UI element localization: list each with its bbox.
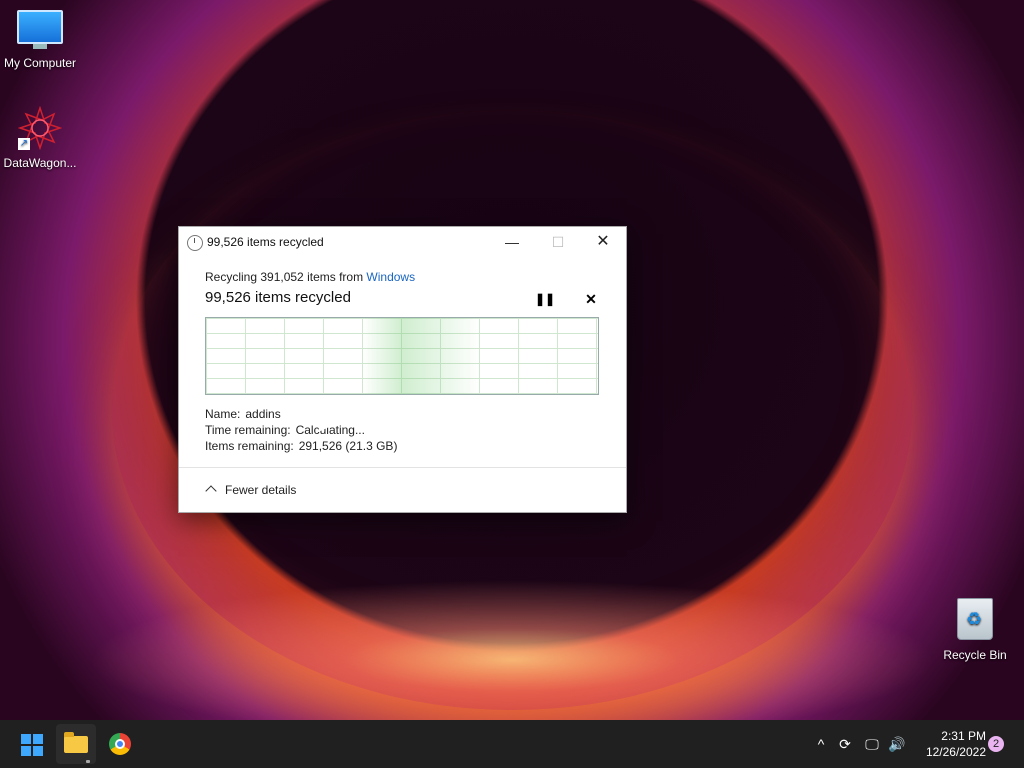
chrome-icon	[109, 733, 131, 755]
items-remaining-value: 291,526 (21.3 GB)	[298, 439, 398, 453]
clock[interactable]: 2:31 PM 12/26/2022	[914, 728, 986, 760]
time-remaining-row: Time remaining: Calculating...	[205, 423, 365, 437]
dialog-title: 99,526 items recycled	[207, 235, 324, 249]
desktop-icon-label: Recycle Bin	[943, 648, 1007, 662]
maximize-button[interactable]: ☐	[535, 227, 581, 257]
clock-time: 2:31 PM	[941, 729, 986, 743]
notification-badge[interactable]: 2	[988, 736, 1004, 752]
network-icon[interactable]: 🖵	[860, 720, 884, 768]
name-label: Name:	[205, 407, 241, 421]
close-button[interactable]: ✕	[580, 227, 626, 257]
recycle-progress-dialog: 99,526 items recycled — ☐ ✕ Recycling 39…	[178, 226, 627, 513]
chevron-up-icon	[205, 485, 217, 497]
time-remaining-value: Calculating...	[295, 423, 365, 437]
update-icon[interactable]: ⟳	[834, 720, 856, 768]
time-remaining-label: Time remaining:	[205, 423, 291, 437]
running-indicator	[86, 760, 90, 763]
datawagon-logo-icon: ↗	[17, 105, 63, 151]
minimize-button[interactable]: —	[489, 227, 535, 257]
items-remaining-label: Items remaining:	[205, 439, 294, 453]
dialog-titlebar[interactable]: 99,526 items recycled — ☐ ✕	[179, 227, 626, 257]
taskbar-file-explorer[interactable]	[56, 724, 96, 764]
pause-button[interactable]: ❚❚	[535, 289, 555, 309]
desktop-icon-label: DataWagon...	[3, 156, 77, 170]
volume-icon[interactable]: 🔊	[886, 720, 908, 768]
divider	[179, 467, 626, 468]
desktop-icon-datawagon[interactable]: ↗ DataWagon...	[0, 105, 80, 170]
start-icon	[21, 734, 43, 756]
fewer-details-button[interactable]: Fewer details	[205, 483, 297, 497]
source-folder-link[interactable]: Windows	[366, 270, 415, 284]
desktop-icon-label: My Computer	[3, 56, 77, 70]
recycle-bin-icon: ♻	[957, 598, 993, 640]
start-button[interactable]	[12, 724, 52, 764]
speed-graph	[205, 317, 599, 395]
show-hidden-icons-chevron[interactable]: ^	[810, 720, 832, 768]
monitor-icon	[17, 10, 63, 49]
taskbar-chrome[interactable]	[100, 724, 140, 764]
progress-status: 99,526 items recycled	[205, 289, 351, 306]
shortcut-arrow-icon: ↗	[18, 138, 30, 150]
clock-date: 12/26/2022	[925, 745, 986, 759]
items-remaining-row: Items remaining: 291,526 (21.3 GB)	[205, 439, 397, 453]
desktop-icon-my-computer[interactable]: My Computer	[0, 10, 80, 70]
recycling-source-text: Recycling 391,052 items from	[205, 270, 367, 284]
file-explorer-icon	[64, 732, 88, 753]
name-row: Name: addins	[205, 407, 281, 421]
fewer-details-label: Fewer details	[225, 483, 297, 497]
desktop-icon-recycle-bin[interactable]: ♻ Recycle Bin	[935, 598, 1015, 662]
name-value: addins	[245, 407, 281, 421]
clock-icon	[187, 235, 203, 251]
recycling-source-line: Recycling 391,052 items from Windows	[205, 270, 415, 284]
taskbar: ^ ⟳ 🖵 🔊 2:31 PM 12/26/2022 2	[0, 720, 1024, 768]
stop-button[interactable]: ✕	[581, 289, 601, 309]
